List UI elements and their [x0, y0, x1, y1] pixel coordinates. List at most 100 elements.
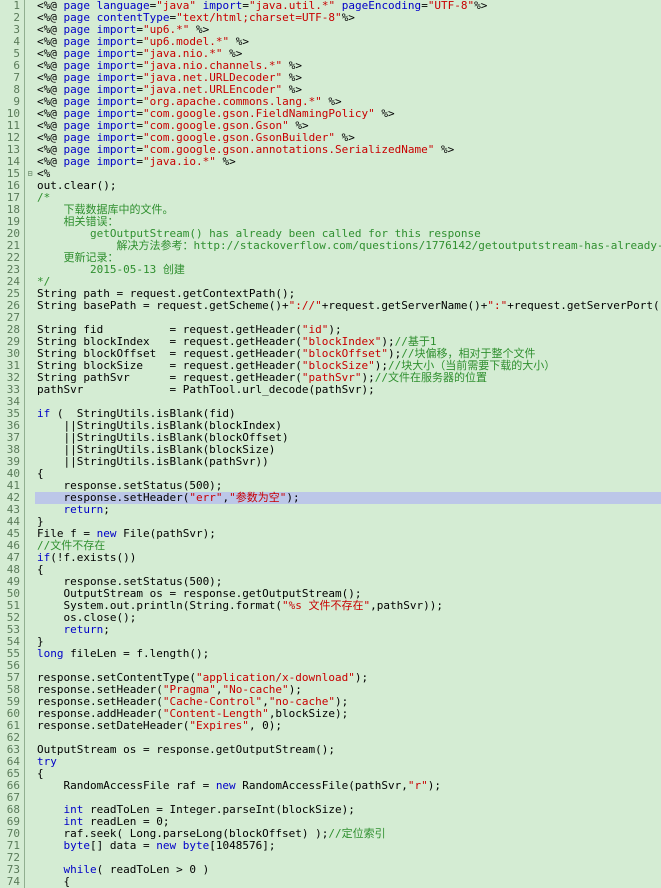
code-line[interactable]: return; — [35, 504, 661, 516]
code-line[interactable]: OutputStream os = response.getOutputStre… — [35, 744, 661, 756]
fold-marker — [25, 228, 35, 240]
fold-marker — [25, 768, 35, 780]
fold-marker — [25, 84, 35, 96]
code-line[interactable]: long fileLen = f.length(); — [35, 648, 661, 660]
code-line[interactable]: <%@ page import="java.io.*" %> — [35, 156, 661, 168]
line-number: 7 — [0, 72, 24, 84]
fold-marker — [25, 120, 35, 132]
fold-marker — [25, 672, 35, 684]
fold-marker — [25, 192, 35, 204]
fold-marker — [25, 444, 35, 456]
code-line[interactable]: while( readToLen > 0 ) — [35, 864, 661, 876]
fold-marker — [25, 432, 35, 444]
fold-marker — [25, 600, 35, 612]
fold-marker — [25, 588, 35, 600]
fold-marker — [25, 384, 35, 396]
fold-marker — [25, 612, 35, 624]
code-line[interactable]: if(!f.exists()) — [35, 552, 661, 564]
code-line[interactable]: pathSvr = PathTool.url_decode(pathSvr); — [35, 384, 661, 396]
fold-marker — [25, 780, 35, 792]
fold-marker — [25, 252, 35, 264]
fold-marker — [25, 360, 35, 372]
fold-marker — [25, 264, 35, 276]
code-line[interactable]: <% — [35, 168, 661, 180]
fold-marker — [25, 36, 35, 48]
fold-gutter: ⊟ — [25, 0, 35, 888]
fold-marker — [25, 468, 35, 480]
fold-marker — [25, 840, 35, 852]
fold-marker — [25, 828, 35, 840]
fold-marker — [25, 648, 35, 660]
fold-marker — [25, 480, 35, 492]
fold-marker — [25, 108, 35, 120]
line-number-gutter: 1234567891011121314151617181920212223242… — [0, 0, 25, 888]
fold-marker — [25, 876, 35, 888]
fold-marker — [25, 96, 35, 108]
fold-marker — [25, 684, 35, 696]
code-line[interactable]: ||StringUtils.isBlank(pathSvr)) — [35, 456, 661, 468]
fold-marker — [25, 132, 35, 144]
code-area[interactable]: <%@ page language="java" import="java.ut… — [35, 0, 661, 888]
code-line[interactable]: 解决方法参考：http://stackoverflow.com/question… — [35, 240, 661, 252]
line-number: 3 — [0, 24, 24, 36]
fold-marker[interactable]: ⊟ — [25, 168, 35, 180]
line-number: 8 — [0, 84, 24, 96]
fold-marker — [25, 240, 35, 252]
fold-marker — [25, 576, 35, 588]
code-line[interactable]: return; — [35, 624, 661, 636]
code-line[interactable]: byte[] data = new byte[1048576]; — [35, 840, 661, 852]
code-line[interactable]: RandomAccessFile raf = new RandomAccessF… — [35, 780, 661, 792]
fold-marker — [25, 72, 35, 84]
line-number: 1 — [0, 0, 24, 12]
line-number: 2 — [0, 12, 24, 24]
fold-marker — [25, 528, 35, 540]
fold-marker — [25, 708, 35, 720]
fold-marker — [25, 756, 35, 768]
fold-marker — [25, 144, 35, 156]
fold-marker — [25, 324, 35, 336]
code-line[interactable]: os.close(); — [35, 612, 661, 624]
fold-marker — [25, 420, 35, 432]
code-line[interactable]: response.setDateHeader("Expires", 0); — [35, 720, 661, 732]
fold-marker — [25, 732, 35, 744]
fold-marker — [25, 864, 35, 876]
fold-marker — [25, 744, 35, 756]
fold-marker — [25, 396, 35, 408]
code-line[interactable]: response.setHeader("err","参数为空"); — [35, 492, 661, 504]
fold-marker — [25, 60, 35, 72]
fold-marker — [25, 696, 35, 708]
fold-marker — [25, 504, 35, 516]
code-line[interactable]: String basePath = request.getScheme()+":… — [35, 300, 661, 312]
code-line[interactable]: 下载数据库中的文件。 — [35, 204, 661, 216]
line-number: 74 — [0, 876, 24, 888]
fold-marker — [25, 636, 35, 648]
fold-marker — [25, 456, 35, 468]
fold-marker — [25, 204, 35, 216]
code-line[interactable]: out.clear(); — [35, 180, 661, 192]
fold-marker — [25, 216, 35, 228]
fold-marker — [25, 816, 35, 828]
code-editor: 1234567891011121314151617181920212223242… — [0, 0, 661, 888]
fold-marker — [25, 336, 35, 348]
fold-marker — [25, 180, 35, 192]
fold-marker — [25, 792, 35, 804]
fold-marker — [25, 852, 35, 864]
fold-marker — [25, 492, 35, 504]
fold-marker — [25, 540, 35, 552]
fold-marker — [25, 408, 35, 420]
code-line[interactable]: File f = new File(pathSvr); — [35, 528, 661, 540]
line-number: 6 — [0, 60, 24, 72]
fold-marker — [25, 24, 35, 36]
code-line[interactable]: 2015-05-13 创建 — [35, 264, 661, 276]
fold-marker — [25, 720, 35, 732]
fold-marker — [25, 804, 35, 816]
fold-marker — [25, 564, 35, 576]
code-line[interactable]: try — [35, 756, 661, 768]
fold-marker — [25, 12, 35, 24]
fold-marker — [25, 624, 35, 636]
fold-marker — [25, 288, 35, 300]
line-number: 4 — [0, 36, 24, 48]
code-line[interactable]: { — [35, 876, 661, 888]
fold-marker — [25, 348, 35, 360]
fold-marker — [25, 156, 35, 168]
